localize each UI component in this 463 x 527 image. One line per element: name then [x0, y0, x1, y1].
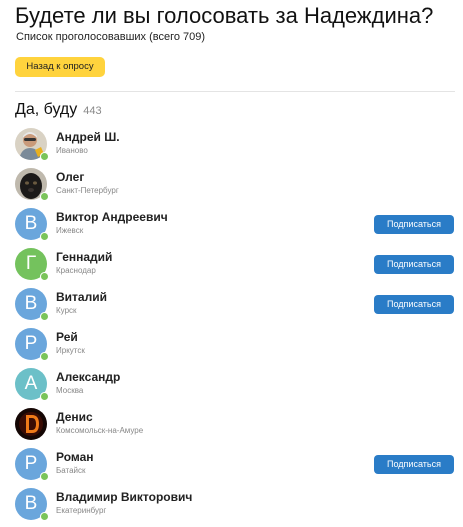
back-to-poll-button[interactable]: Назад к опросу: [15, 57, 105, 77]
voter-name-link[interactable]: Роман: [56, 450, 94, 465]
answer-count: 443: [83, 105, 102, 117]
voter-row: В Владимир Викторович Екатеринбург: [15, 484, 455, 524]
voter-row: В Виктор Андреевич Ижевск Подписаться: [15, 204, 455, 244]
voter-row: Денис Комсомольск-на-Амуре: [15, 404, 455, 444]
voter-name-link[interactable]: Виктор Андреевич: [56, 210, 168, 225]
answer-section-header: Да, буду 443: [15, 101, 102, 121]
voter-city: Иркутск: [56, 346, 85, 355]
voters-total-subtitle: Список проголосовавших (всего 709): [16, 31, 206, 43]
voter-list: Андрей Ш. Иваново Олег Санкт-Петербург В Викт…: [15, 124, 455, 524]
voter-row: Р Роман Батайск Подписаться: [15, 444, 455, 484]
voter-city: Батайск: [56, 466, 86, 475]
voter-city: Москва: [56, 386, 84, 395]
voter-row: Олег Санкт-Петербург: [15, 164, 455, 204]
online-indicator-icon: [40, 192, 49, 201]
online-indicator-icon: [40, 392, 49, 401]
voter-city: Санкт-Петербург: [56, 186, 119, 195]
voter-row: Андрей Ш. Иваново: [15, 124, 455, 164]
online-indicator-icon: [40, 312, 49, 321]
online-indicator-icon: [40, 512, 49, 521]
voter-name-link[interactable]: Рей: [56, 330, 78, 345]
voter-name-link[interactable]: Виталий: [56, 290, 107, 305]
voter-name-link[interactable]: Денис: [56, 410, 93, 425]
voter-city: Екатеринбург: [56, 506, 107, 515]
voter-row: А Александр Москва: [15, 364, 455, 404]
subscribe-button[interactable]: Подписаться: [374, 295, 454, 314]
voter-city: Ижевск: [56, 226, 84, 235]
page-title: Будете ли вы голосовать за Надеждина?: [15, 3, 434, 28]
online-indicator-icon: [40, 232, 49, 241]
voter-row: Г Геннадий Краснодар Подписаться: [15, 244, 455, 284]
poll-voters-page: Будете ли вы голосовать за Надеждина? Сп…: [0, 0, 463, 527]
voter-name-link[interactable]: Олег: [56, 170, 84, 185]
subscribe-button[interactable]: Подписаться: [374, 215, 454, 234]
voter-row: В Виталий Курск Подписаться: [15, 284, 455, 324]
divider: [15, 91, 455, 92]
voter-city: Комсомольск-на-Амуре: [56, 426, 144, 435]
voter-row: Р Рей Иркутск: [15, 324, 455, 364]
voter-name-link[interactable]: Геннадий: [56, 250, 112, 265]
voter-name-link[interactable]: Андрей Ш.: [56, 130, 120, 145]
subscribe-button[interactable]: Подписаться: [374, 455, 454, 474]
voter-city: Курск: [56, 306, 77, 315]
subscribe-button[interactable]: Подписаться: [374, 255, 454, 274]
online-indicator-icon: [40, 272, 49, 281]
online-indicator-icon: [40, 352, 49, 361]
photo-fire-letter-icon[interactable]: [15, 408, 47, 440]
voter-name-link[interactable]: Александр: [56, 370, 120, 385]
voter-city: Иваново: [56, 146, 88, 155]
voter-city: Краснодар: [56, 266, 96, 275]
voter-name-link[interactable]: Владимир Викторович: [56, 490, 192, 505]
online-indicator-icon: [40, 152, 49, 161]
answer-label: Да, буду: [15, 101, 78, 118]
online-indicator-icon: [40, 472, 49, 481]
